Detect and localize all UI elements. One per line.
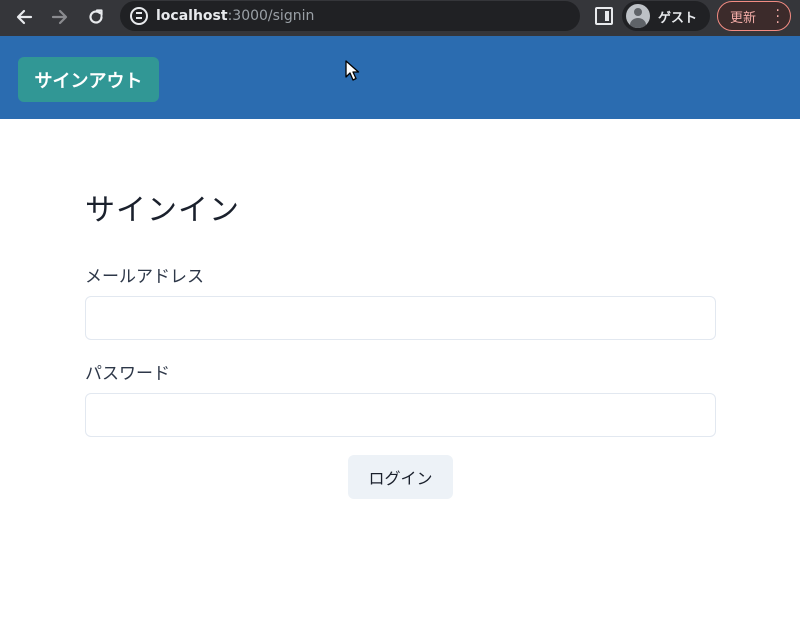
- side-panel-icon[interactable]: [595, 7, 613, 25]
- mouse-cursor-icon: [345, 60, 360, 81]
- reload-button[interactable]: [84, 6, 108, 28]
- email-field[interactable]: [85, 296, 716, 340]
- password-label: パスワード: [85, 364, 170, 384]
- email-label: メールアドレス: [85, 267, 204, 287]
- back-button[interactable]: [12, 6, 36, 28]
- profile-avatar-icon: [626, 4, 650, 28]
- profile-button[interactable]: ゲスト: [622, 1, 710, 31]
- signout-button[interactable]: サインアウト: [18, 57, 159, 102]
- arrow-right-icon: [51, 9, 68, 25]
- arrow-left-icon: [16, 9, 33, 25]
- forward-button[interactable]: [48, 6, 72, 28]
- url-host: localhost: [156, 8, 228, 24]
- page-title: サインイン: [85, 193, 240, 228]
- login-button[interactable]: ログイン: [348, 455, 453, 499]
- update-label: 更新: [730, 10, 757, 26]
- url-text: localhost:3000/signin: [156, 8, 314, 24]
- password-field[interactable]: [85, 393, 716, 437]
- url-path: :3000/signin: [227, 8, 315, 24]
- update-button[interactable]: 更新 · · ·: [717, 1, 791, 31]
- profile-label: ゲスト: [658, 10, 698, 26]
- reload-icon: [89, 9, 103, 24]
- kebab-menu-icon[interactable]: · · ·: [776, 4, 780, 30]
- app-header: サインアウト: [0, 36, 800, 119]
- site-info-icon[interactable]: [130, 7, 148, 25]
- signin-page: サインイン メールアドレス パスワード ログイン: [0, 119, 800, 628]
- browser-toolbar: localhost:3000/signin ゲスト 更新 · · ·: [0, 0, 800, 36]
- address-bar[interactable]: localhost:3000/signin: [120, 1, 580, 31]
